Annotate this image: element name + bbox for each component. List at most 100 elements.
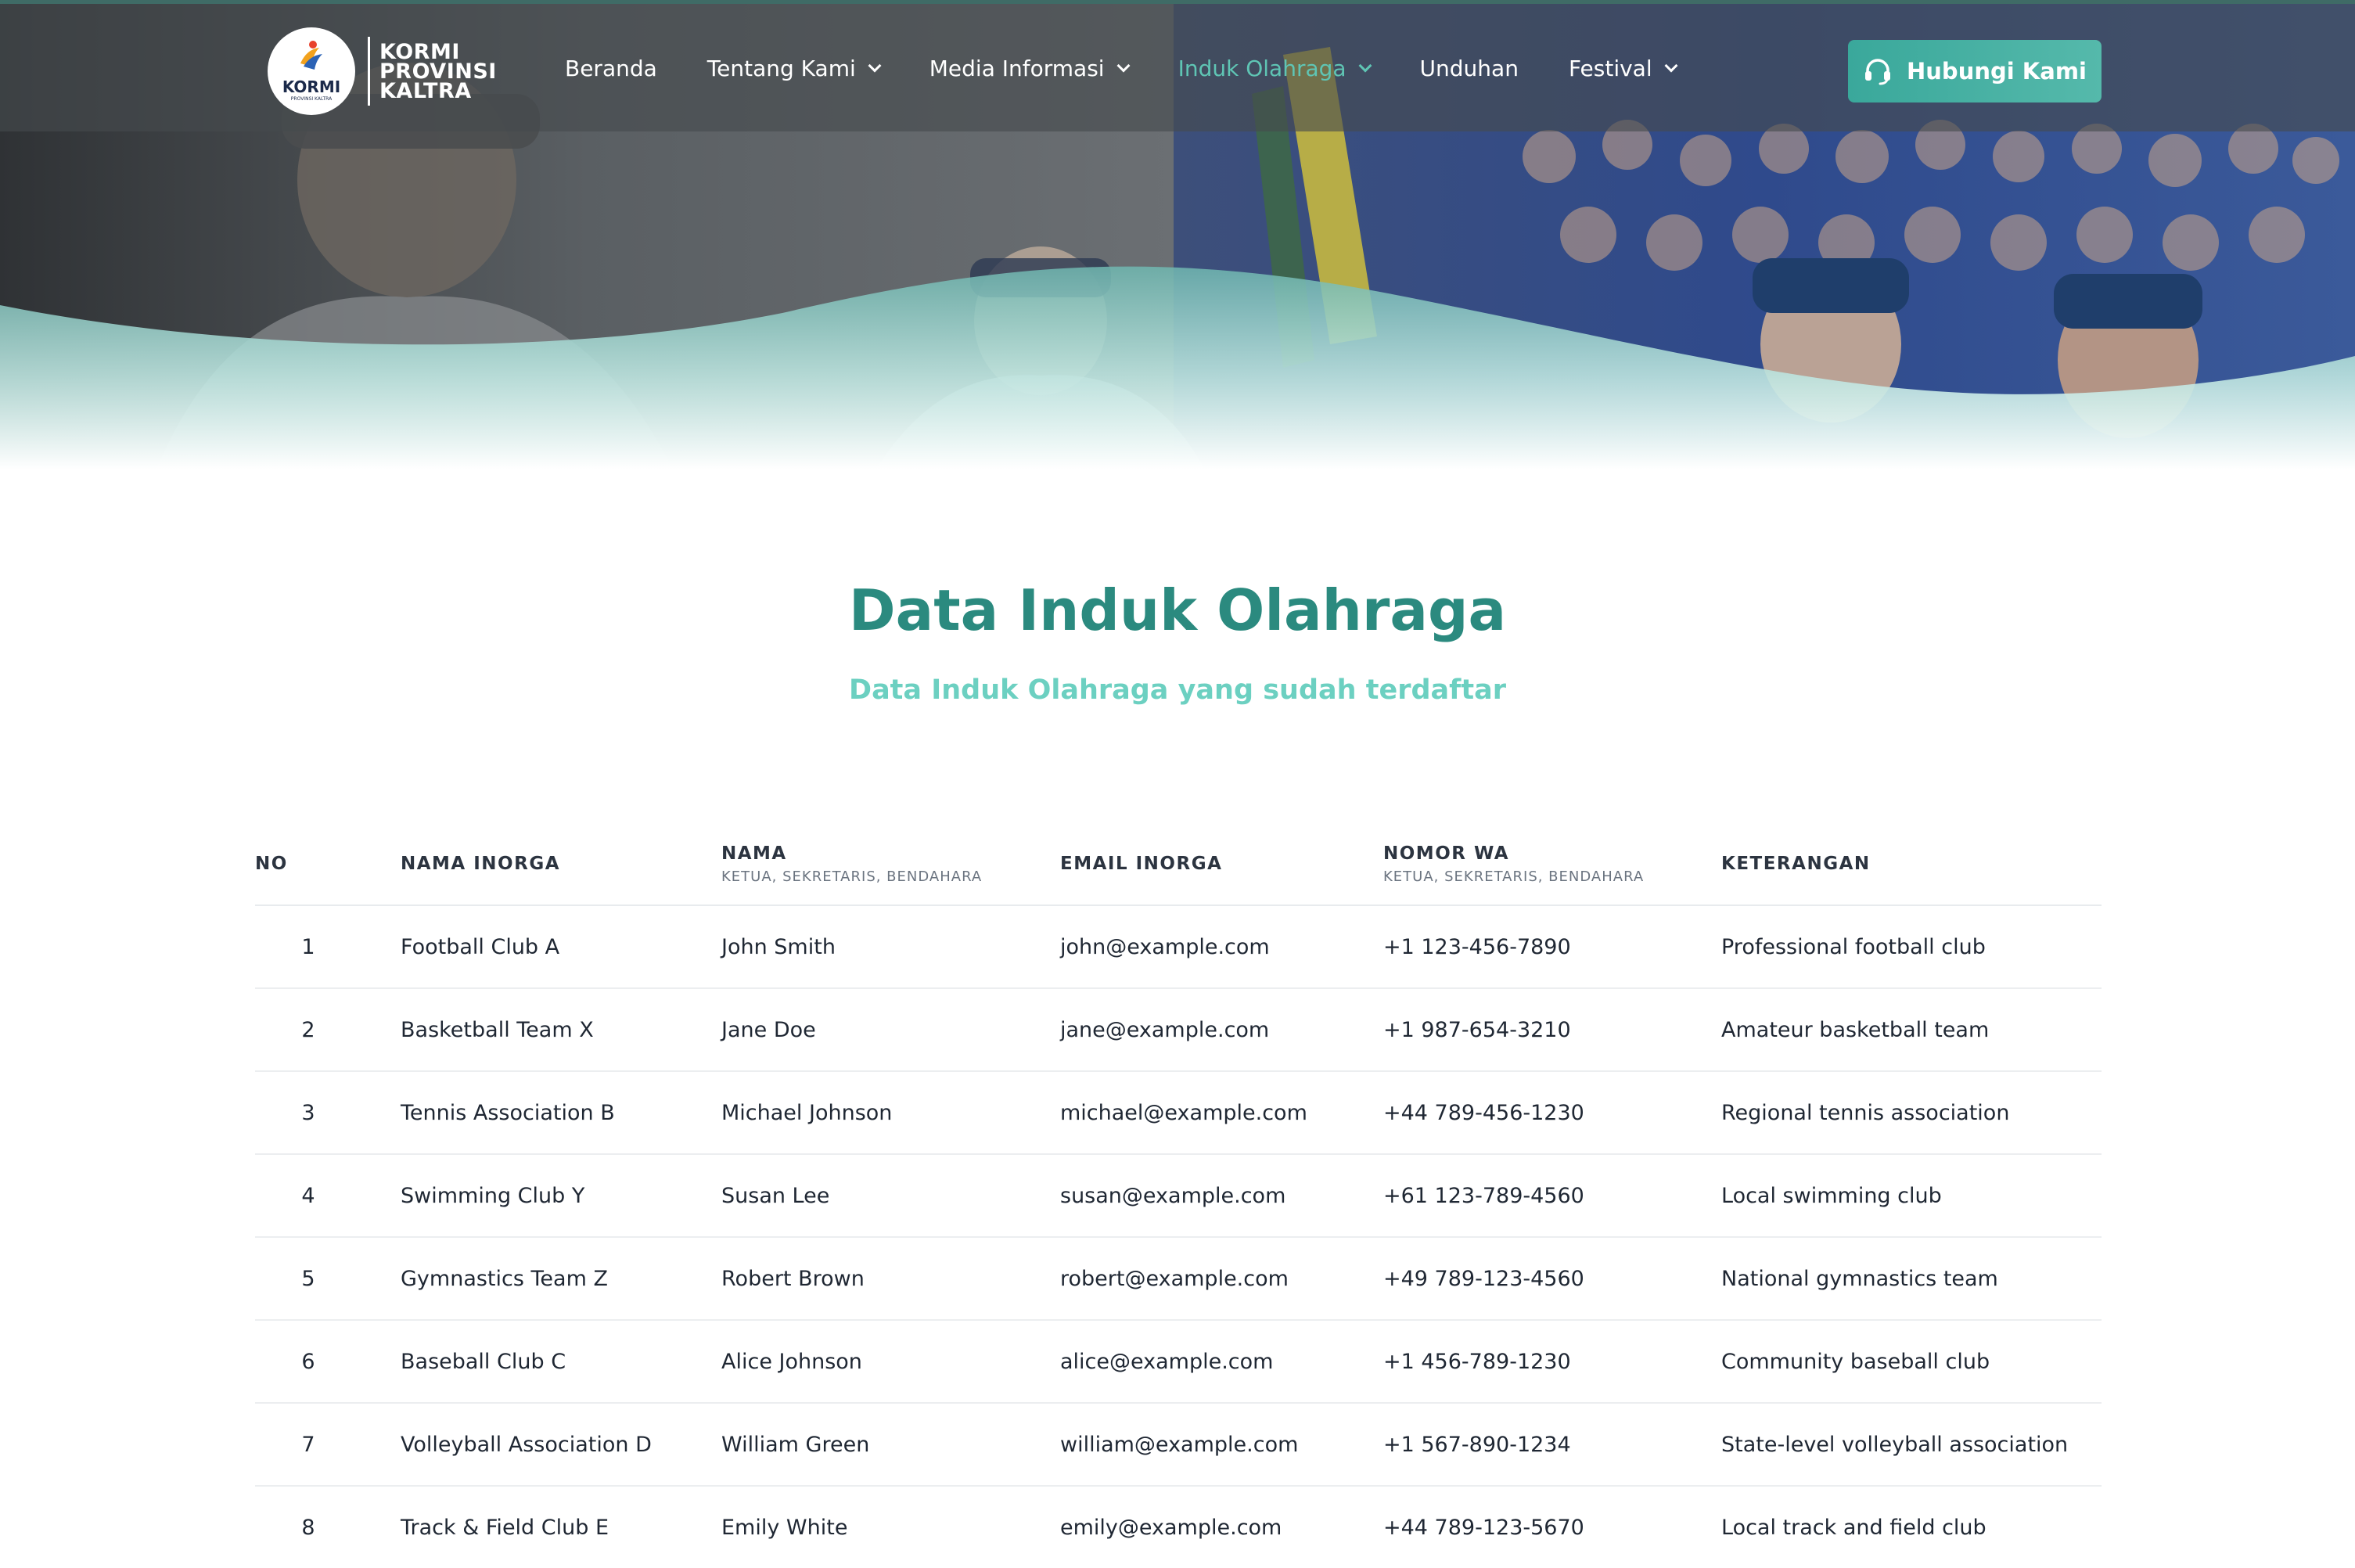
table-header: NO NAMA INORGA NAMA KETUA, SEKRETARIS, B… [255,822,2102,906]
cell-no: 2 [301,1017,315,1042]
nav-label: Induk Olahraga [1178,56,1346,81]
column-title: EMAIL INORGA [1060,854,1223,874]
brand-logo[interactable]: KORMI PROVINSI KALTRA KORMI PROVINSI KAL… [268,27,497,115]
cell-nama: Michael Johnson [721,1100,893,1125]
cell-keterangan: State-level volleyball association [1721,1432,2069,1457]
logo-tagline: PROVINSI KALTRA [290,96,333,102]
cell-nama: Emily White [721,1515,848,1540]
table-row: 1 Football Club A John Smith john@example.c… [255,906,2102,989]
column-header-email-inorga: EMAIL INORGA [1060,822,1222,906]
cell-email: robert@example.com [1060,1266,1289,1291]
column-title: KETERANGAN [1721,854,1871,874]
table-row: 3 Tennis Association B Michael Johnson mich… [255,1072,2102,1155]
cell-keterangan: National gymnastics team [1721,1266,1998,1291]
nav-item-unduhan[interactable]: Unduhan [1420,56,1519,81]
cell-no: 4 [301,1183,315,1208]
chevron-down-icon [1116,59,1131,72]
page-subtitle: Data Induk Olahraga yang sudah terdaftar [849,674,1506,706]
cell-nomor-wa: +61 123-789-4560 [1383,1183,1584,1208]
cell-no: 1 [301,934,315,959]
column-title: NAMA INORGA [401,854,560,874]
nav-item-induk-olahraga[interactable]: Induk Olahraga [1178,56,1372,81]
cell-keterangan: Amateur basketball team [1721,1017,1990,1042]
logo-emblem: KORMI PROVINSI KALTRA [268,27,355,115]
table-row: 2 Basketball Team X Jane Doe jane@example.c… [255,989,2102,1072]
cell-keterangan: Local track and field club [1721,1515,1986,1540]
cell-email: emily@example.com [1060,1515,1282,1540]
cell-nomor-wa: +1 456-789-1230 [1383,1349,1571,1374]
column-title: NAMA [721,843,787,864]
cell-nama-inorga: Swimming Club Y [401,1183,585,1208]
table-row: 7 Volleyball Association D William Green wi… [255,1404,2102,1487]
nav-item-media-informasi[interactable]: Media Informasi [929,56,1131,81]
nav-item-tentang-kami[interactable]: Tentang Kami [706,56,882,81]
cell-nomor-wa: +49 789-123-4560 [1383,1266,1584,1291]
cell-nama: Robert Brown [721,1266,865,1291]
column-header-nama-inorga: NAMA INORGA [401,822,560,906]
nav-label: Unduhan [1419,56,1519,81]
cell-nama: Susan Lee [721,1183,830,1208]
contact-button[interactable]: Hubungi Kami [1848,40,2102,102]
cell-no: 5 [301,1266,315,1291]
table-row: 5 Gymnastics Team Z Robert Brown robert@exa… [255,1238,2102,1321]
page-title: Data Induk Olahraga [848,577,1507,643]
cell-keterangan: Professional football club [1721,934,1986,959]
table-row: 4 Swimming Club Y Susan Lee susan@example.c… [255,1155,2102,1238]
cell-email: william@example.com [1060,1432,1299,1457]
column-header-nomor-wa: NOMOR WA KETUA, SEKRETARIS, BENDAHARA [1383,822,1644,906]
cell-nomor-wa: +1 123-456-7890 [1383,934,1571,959]
column-subtitle: KETUA, SEKRETARIS, BENDAHARA [721,868,983,885]
column-title: NOMOR WA [1383,843,1510,864]
cell-nama: William Green [721,1432,870,1457]
cell-nomor-wa: +1 987-654-3210 [1383,1017,1571,1042]
cell-email: alice@example.com [1060,1349,1274,1374]
nav-label: Festival [1568,56,1652,81]
brand-name: KORMI PROVINSI KALTRA [379,41,497,103]
column-header-no: NO [255,822,361,906]
nav-label: Tentang Kami [706,56,856,81]
nav-item-festival[interactable]: Festival [1568,56,1678,81]
cell-nama-inorga: Tennis Association B [401,1100,615,1125]
cell-no: 7 [301,1432,315,1457]
column-title: NO [255,854,288,874]
cell-keterangan: Community baseball club [1721,1349,1990,1374]
cell-email: jane@example.com [1060,1017,1270,1042]
navbar: KORMI PROVINSI KALTRA KORMI PROVINSI KAL… [0,0,2355,131]
cell-email: susan@example.com [1060,1183,1286,1208]
cell-no: 6 [301,1349,315,1374]
brand-line-3: KALTRA [379,78,472,103]
brand-line-2: PROVINSI [379,59,497,84]
table-row: 8 Track & Field Club E Emily White emily@ex… [255,1487,2102,1568]
cell-no: 3 [301,1100,315,1125]
cell-nama: Alice Johnson [721,1349,862,1374]
chevron-down-icon [1664,59,1678,72]
cell-nama-inorga: Volleyball Association D [401,1432,652,1457]
cell-email: michael@example.com [1060,1100,1307,1125]
headset-icon [1865,59,1891,85]
cell-nama: Jane Doe [721,1017,816,1042]
kormi-mark-icon [300,41,322,70]
cell-nama-inorga: Gymnastics Team Z [401,1266,608,1291]
column-header-nama: NAMA KETUA, SEKRETARIS, BENDAHARA [721,822,982,906]
nav-label: Media Informasi [929,56,1105,81]
cell-nama: John Smith [721,934,836,959]
chevron-down-icon [868,59,882,72]
cell-keterangan: Local swimming club [1721,1183,1942,1208]
cell-nama-inorga: Basketball Team X [401,1017,594,1042]
table-row: 6 Baseball Club C Alice Johnson alice@examp… [255,1321,2102,1404]
nav-label: Beranda [565,56,657,81]
cell-nama-inorga: Baseball Club C [401,1349,566,1374]
column-subtitle: KETUA, SEKRETARIS, BENDAHARA [1383,868,1645,885]
logo-word: KORMI [282,77,341,96]
table-body: 1 Football Club A John Smith john@example.c… [255,906,2102,1568]
chevron-down-icon [1358,59,1372,72]
main-nav: Beranda Tentang Kami Media Informasi Ind… [565,56,1726,81]
cell-nama-inorga: Track & Field Club E [401,1515,609,1540]
inorga-table: NO NAMA INORGA NAMA KETUA, SEKRETARIS, B… [255,822,2102,1568]
logo-divider [368,37,370,106]
cell-no: 8 [301,1515,315,1540]
nav-item-beranda[interactable]: Beranda [565,56,657,81]
cell-nomor-wa: +1 567-890-1234 [1383,1432,1571,1457]
cell-nomor-wa: +44 789-123-5670 [1383,1515,1584,1540]
cell-keterangan: Regional tennis association [1721,1100,2010,1125]
